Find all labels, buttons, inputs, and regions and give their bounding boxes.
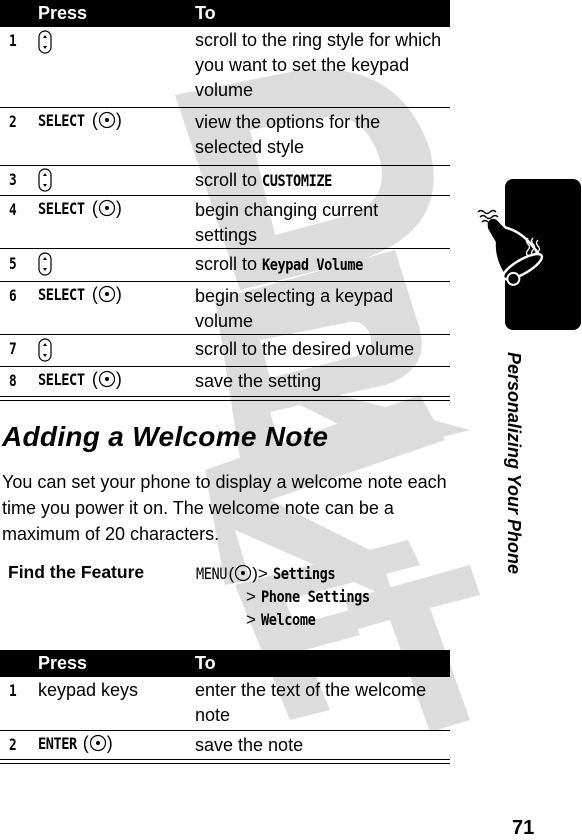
step-action: enter the text of the welcome note (195, 680, 427, 725)
step-number: 7 (9, 339, 17, 358)
press-keypad-keys: keypad keys (38, 680, 139, 700)
table-row: 1 keypad keys enter the text of the welc… (0, 677, 450, 731)
table-end-rule (0, 759, 450, 764)
step-number: 5 (9, 254, 17, 273)
header-press: Press (38, 653, 88, 673)
center-select-icon: () (228, 564, 258, 583)
table-row: 8 SELECT () save the setting (0, 367, 450, 396)
table-header: Press To (0, 0, 450, 27)
header-press: Press (38, 3, 88, 23)
center-select-icon: () (91, 369, 122, 389)
menu-item-keypad-volume: Keypad Volume (262, 255, 363, 274)
chapter-title: Personalizing Your Phone (504, 352, 524, 575)
center-select-icon: () (91, 110, 122, 130)
step-number: 2 (9, 735, 17, 754)
step-number: 4 (9, 200, 17, 219)
table-row: 4 SELECT () begin changing current setti… (0, 196, 450, 249)
table-end-rule (0, 396, 450, 401)
select-key: SELECT () (38, 369, 122, 389)
header-to: To (195, 653, 216, 673)
table-row: 2 SELECT () view the options for the sel… (0, 108, 450, 166)
table-row: 1 scroll to the ring style for which you… (0, 27, 450, 108)
section-heading: Adding a Welcome Note (2, 421, 329, 452)
step-action: begin selecting a keypad volume (195, 286, 394, 331)
nav-key-icon (38, 338, 52, 367)
menu-key: MENU (196, 564, 228, 583)
select-key: SELECT () (38, 110, 122, 130)
step-action: scroll to the desired volume (195, 339, 415, 359)
find-feature-label: Find the Feature (8, 562, 145, 582)
menu-item-customize: CUSTOMIZE (262, 171, 332, 190)
step-action: scroll to Keypad Volume (195, 249, 450, 277)
path-item-welcome: Welcome (260, 610, 316, 629)
step-number: 1 (9, 31, 17, 50)
select-key: SELECT () (38, 198, 122, 218)
center-select-icon: () (91, 284, 122, 304)
table-header: Press To (0, 650, 450, 677)
step-action: begin changing current settings (195, 200, 379, 245)
step-number: 8 (9, 371, 17, 390)
step-number: 2 (9, 112, 17, 131)
table-row: 6 SELECT () begin selecting a keypad vol… (0, 282, 450, 335)
section-paragraph: You can set your phone to display a welc… (2, 472, 447, 544)
enter-key: ENTER () (38, 733, 113, 753)
step-action: view the options for the selected style (195, 112, 381, 157)
ringing-bell-icon (477, 209, 544, 286)
step-action: scroll to CUSTOMIZE (195, 166, 450, 193)
nav-key-icon (38, 30, 52, 59)
ring-volume-steps-table: Press To 1 scroll to the ring style for … (0, 0, 450, 396)
step-number: 3 (9, 170, 17, 189)
center-select-icon: () (91, 198, 122, 218)
page-number: 71 (512, 817, 535, 839)
welcome-note-steps-table: Press To 1 keypad keys enter the text of… (0, 650, 450, 760)
step-action: save the note (195, 735, 304, 755)
table-row: 5 scroll to Keypad Volume (0, 249, 450, 282)
header-to: To (195, 3, 216, 23)
table-row: 2 ENTER () save the note (0, 731, 450, 760)
path-item-phone-settings: Phone Settings (260, 587, 370, 606)
table-row: 7 scroll to the desired volume (0, 335, 450, 367)
nav-key-icon (38, 252, 52, 281)
step-number: 1 (9, 681, 17, 700)
step-action: save the setting (195, 371, 322, 391)
table-row: 3 scroll to CUSTOMIZE (0, 166, 450, 196)
path-item-settings: Settings (272, 564, 336, 583)
select-key: SELECT () (38, 284, 122, 304)
menu-path: MENU()> Settings > Phone Settings > Welc… (196, 564, 370, 629)
step-action: scroll to the ring style for which you w… (195, 30, 442, 100)
center-select-icon: () (82, 733, 113, 753)
step-number: 6 (9, 286, 17, 305)
nav-key-icon (38, 168, 52, 197)
